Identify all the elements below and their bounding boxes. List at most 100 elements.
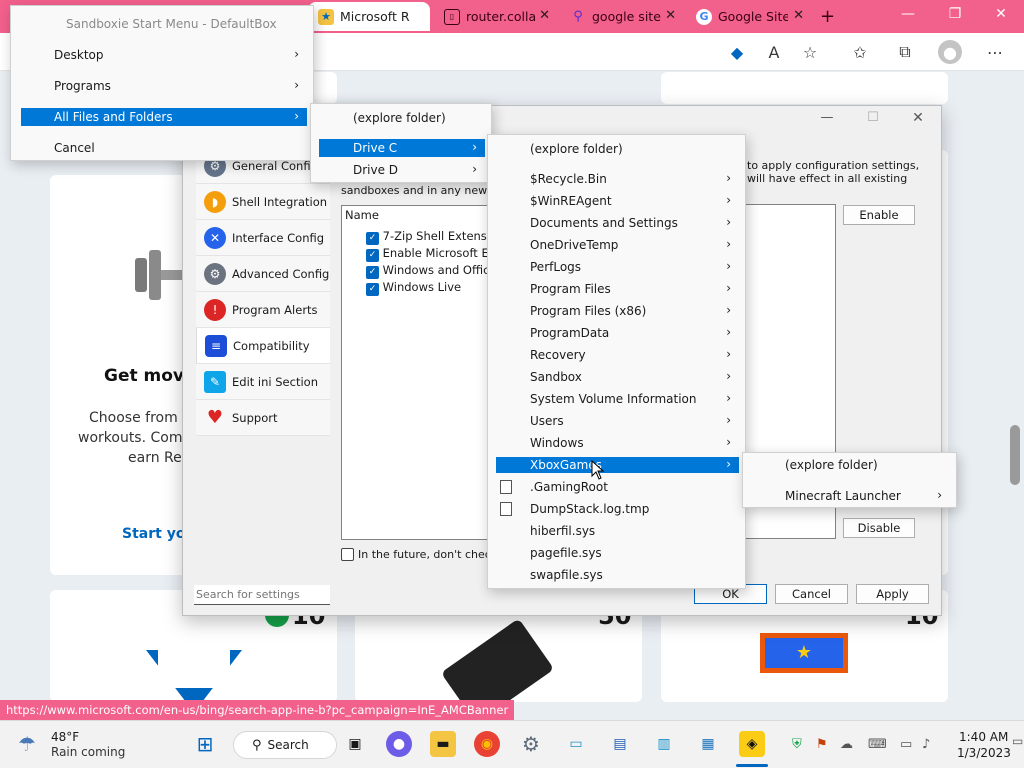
add-favorite-icon[interactable]: ☆ bbox=[798, 40, 822, 64]
rain-weather-icon[interactable]: ☂ bbox=[18, 732, 36, 756]
menu-item-desktop[interactable]: Desktop › bbox=[21, 44, 307, 66]
menu-item-programs[interactable]: Programs › bbox=[21, 75, 307, 97]
maximize-window-button[interactable]: ❐ bbox=[932, 6, 978, 22]
list-header-name[interactable]: Name bbox=[345, 208, 379, 222]
taskbar-search-box[interactable]: ⚲ Search bbox=[233, 731, 337, 759]
file-explorer-icon[interactable]: ▬ bbox=[430, 731, 456, 757]
checkbox-checked-icon[interactable]: ✓ bbox=[366, 248, 379, 262]
compat-item[interactable]: ✓ Enable Microsoft Ed bbox=[366, 246, 490, 262]
folder-recycle-bin[interactable]: $Recycle.Bin › bbox=[496, 168, 739, 190]
security-shield-icon[interactable]: ⛨ bbox=[792, 737, 802, 752]
nav-advanced-config[interactable]: ⚙ Advanced Config bbox=[196, 256, 330, 292]
keyboard-icon[interactable]: ⌨ bbox=[868, 737, 887, 752]
notification-icon[interactable]: ▭ bbox=[1012, 734, 1023, 748]
weather-desc[interactable]: Rain coming bbox=[51, 745, 125, 759]
close-window-button[interactable]: ✕ bbox=[978, 6, 1024, 22]
menu-item-all-files[interactable]: All Files and Folders › bbox=[21, 108, 307, 126]
folder-perflogs[interactable]: PerfLogs › bbox=[496, 256, 739, 278]
dialog-close-button[interactable]: ✕ bbox=[903, 110, 933, 126]
menu-item-drive-d[interactable]: Drive D › bbox=[319, 159, 485, 181]
page-favicon-icon: ▯ bbox=[444, 8, 460, 25]
clock-date[interactable]: 1/3/2023 bbox=[957, 746, 1011, 760]
profile-avatar-icon[interactable]: ● bbox=[938, 40, 962, 64]
menu-item-explore-folder[interactable]: (explore folder) bbox=[319, 107, 485, 129]
dialog-minimize-button[interactable]: — bbox=[812, 110, 842, 125]
folder-minecraft-launcher[interactable]: Minecraft Launcher › bbox=[751, 485, 950, 507]
file-hiberfil[interactable]: hiberfil.sys bbox=[496, 520, 739, 542]
file-gamingroot[interactable]: .GamingRoot bbox=[496, 476, 739, 498]
menu-item-explore-folder[interactable]: (explore folder) bbox=[751, 454, 950, 476]
apply-button[interactable]: Apply bbox=[856, 584, 929, 604]
folder-users[interactable]: Users › bbox=[496, 410, 739, 432]
onedrive-cloud-icon[interactable]: ☁ bbox=[840, 737, 853, 752]
remote-desktop-icon[interactable]: ▤ bbox=[607, 731, 633, 757]
tab-router[interactable]: ▯ router.colla ✕ bbox=[434, 2, 556, 31]
chevron-right-icon: › bbox=[472, 140, 477, 154]
tab-google-site-search[interactable]: ⚲ google site ✕ bbox=[560, 2, 682, 31]
chrome-icon[interactable]: ◉ bbox=[474, 731, 500, 757]
settings-gear-icon[interactable]: ⚙ bbox=[518, 731, 544, 757]
compat-item[interactable]: ✓ 7-Zip Shell Extension bbox=[366, 229, 490, 245]
nav-edit-ini[interactable]: ✎ Edit ini Section bbox=[196, 364, 330, 400]
file-pagefile[interactable]: pagefile.sys bbox=[496, 542, 739, 564]
checkbox-checked-icon[interactable]: ✓ bbox=[366, 282, 379, 296]
folder-winreagent[interactable]: $WinREAgent › bbox=[496, 190, 739, 212]
sandboxie-icon[interactable]: ◈ bbox=[739, 731, 765, 757]
folder-recovery[interactable]: Recovery › bbox=[496, 344, 739, 366]
folder-xboxgames[interactable]: XboxGames › bbox=[496, 457, 739, 473]
read-aloud-icon[interactable]: A bbox=[762, 40, 786, 64]
folder-program-files[interactable]: Program Files › bbox=[496, 278, 739, 300]
weather-temp[interactable]: 48°F bbox=[51, 730, 79, 744]
menu-item-explore-folder[interactable]: (explore folder) bbox=[496, 138, 739, 160]
dialog-maximize-button[interactable]: ☐ bbox=[858, 110, 888, 125]
control-panel-icon[interactable]: ▦ bbox=[695, 731, 721, 757]
nav-interface-config[interactable]: ✕ Interface Config bbox=[196, 220, 330, 256]
network-icon[interactable]: ▭ bbox=[900, 737, 912, 752]
checkbox-checked-icon[interactable]: ✓ bbox=[366, 231, 379, 245]
tag-icon[interactable]: ◆ bbox=[725, 40, 749, 64]
teams-chat-icon[interactable]: ● bbox=[386, 731, 412, 757]
settings-search-input[interactable] bbox=[194, 585, 330, 605]
tab-google-sites[interactable]: G Google Site ✕ bbox=[686, 2, 810, 31]
folder-onedrivetemp[interactable]: OneDriveTemp › bbox=[496, 234, 739, 256]
file-swapfile[interactable]: swapfile.sys bbox=[496, 564, 739, 586]
compat-item[interactable]: ✓ Windows and Offic bbox=[366, 263, 490, 279]
file-dumpstack[interactable]: DumpStack.log.tmp bbox=[496, 498, 739, 520]
volume-icon[interactable]: ♪ bbox=[922, 737, 930, 752]
folder-program-files-x86[interactable]: Program Files (x86) › bbox=[496, 300, 739, 322]
favorites-icon[interactable]: ✩ bbox=[848, 40, 872, 64]
folder-documents-and-settings[interactable]: Documents and Settings › bbox=[496, 212, 739, 234]
enable-button[interactable]: Enable bbox=[843, 205, 915, 225]
close-tab-icon[interactable]: ✕ bbox=[539, 8, 550, 23]
minimize-window-button[interactable]: — bbox=[885, 6, 931, 22]
tray-app-icon[interactable]: ⚑ bbox=[816, 737, 828, 752]
nav-compatibility[interactable]: ≡ Compatibility bbox=[196, 328, 330, 364]
folder-sandbox[interactable]: Sandbox › bbox=[496, 366, 739, 388]
compat-item[interactable]: ✓ Windows Live bbox=[366, 280, 490, 296]
disable-button[interactable]: Disable bbox=[843, 518, 915, 538]
folder-programdata[interactable]: ProgramData › bbox=[496, 322, 739, 344]
network-app-icon[interactable]: ▥ bbox=[651, 731, 677, 757]
clock-time[interactable]: 1:40 AM bbox=[959, 730, 1008, 744]
close-tab-icon[interactable]: ✕ bbox=[665, 8, 676, 23]
more-menu-icon[interactable]: ⋯ bbox=[983, 40, 1007, 64]
app-icon[interactable]: ▭ bbox=[563, 731, 589, 757]
nav-support[interactable]: ♥ Support bbox=[196, 400, 330, 436]
checkbox-checked-icon[interactable]: ✓ bbox=[366, 265, 379, 279]
close-tab-icon[interactable]: ✕ bbox=[793, 8, 804, 23]
nav-program-alerts[interactable]: ! Program Alerts bbox=[196, 292, 330, 328]
new-tab-button[interactable]: + bbox=[820, 6, 835, 27]
nav-shell-integration[interactable]: ◗ Shell Integration bbox=[196, 184, 330, 220]
tab-microsoft-rewards[interactable]: ★ Microsoft R bbox=[308, 2, 430, 31]
menu-item-cancel[interactable]: Cancel bbox=[21, 137, 307, 159]
collections-icon[interactable]: ⧉ bbox=[893, 40, 917, 64]
future-checkbox[interactable] bbox=[341, 548, 354, 561]
page-scrollbar[interactable] bbox=[1010, 425, 1020, 485]
menu-item-drive-c[interactable]: Drive C › bbox=[319, 139, 485, 157]
cancel-button[interactable]: Cancel bbox=[775, 584, 848, 604]
windows-start-icon[interactable]: ⊞ bbox=[192, 731, 218, 757]
file-icon bbox=[500, 480, 512, 494]
folder-system-volume-information[interactable]: System Volume Information › bbox=[496, 388, 739, 410]
folder-windows[interactable]: Windows › bbox=[496, 432, 739, 454]
task-view-icon[interactable]: ▣ bbox=[342, 731, 368, 757]
